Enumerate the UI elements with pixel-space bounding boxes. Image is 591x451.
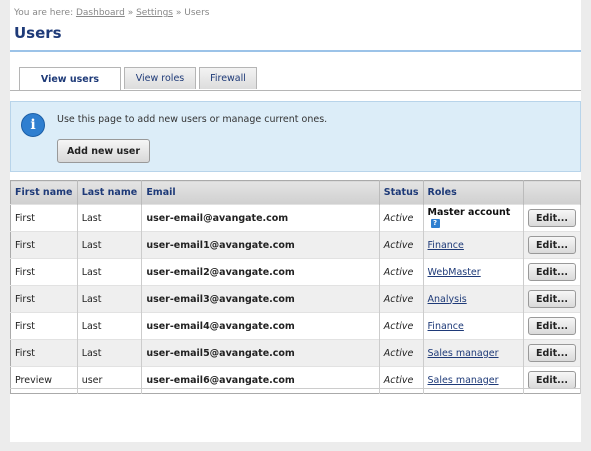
cell-actions: Edit... xyxy=(523,258,581,286)
column-header-last-name[interactable]: Last name xyxy=(77,180,143,205)
cell-status: Active xyxy=(379,204,424,232)
info-box: i Use this page to add new users or mana… xyxy=(10,101,581,172)
cell-first-name: First xyxy=(10,312,78,340)
cell-roles: Finance xyxy=(423,231,525,259)
cell-first-name: First xyxy=(10,339,78,367)
tab-view-roles[interactable]: View roles xyxy=(124,67,196,89)
cell-status: Active xyxy=(379,258,424,286)
cell-email: user-email4@avangate.com xyxy=(141,312,380,340)
title-divider xyxy=(10,50,581,52)
tab-bar: View users View roles Firewall xyxy=(19,67,260,91)
cell-last-name: Last xyxy=(77,285,143,313)
tab-view-users[interactable]: View users xyxy=(19,67,121,91)
cell-actions: Edit... xyxy=(523,285,581,313)
table-row: First Last user-email4@avangate.com Active F… xyxy=(10,312,581,340)
cell-status: Active xyxy=(379,231,424,259)
role-link[interactable]: Finance xyxy=(428,321,464,332)
cell-status: Active xyxy=(379,366,424,394)
edit-button[interactable]: Edit... xyxy=(528,317,576,335)
breadcrumb-prefix: You are here: xyxy=(14,8,74,18)
info-text: Use this page to add new users or manage… xyxy=(57,114,328,125)
breadcrumb-dashboard-link[interactable]: Dashboard xyxy=(76,8,125,18)
role-link[interactable]: Analysis xyxy=(428,294,467,305)
tab-firewall[interactable]: Firewall xyxy=(199,67,257,89)
page-title: Users xyxy=(14,24,62,42)
cell-first-name: First xyxy=(10,204,78,232)
edit-button[interactable]: Edit... xyxy=(528,263,576,281)
edit-button[interactable]: Edit... xyxy=(528,344,576,362)
breadcrumb-separator: » xyxy=(175,8,182,18)
cell-first-name: First xyxy=(10,285,78,313)
cell-email: user-email@avangate.com xyxy=(141,204,380,232)
table-bottom-divider xyxy=(10,388,581,389)
cell-status: Active xyxy=(379,339,424,367)
cell-roles: Analysis xyxy=(423,285,525,313)
role-label: Master account xyxy=(427,207,511,218)
table-row: First Last user-email1@avangate.com Active F… xyxy=(10,231,581,259)
cell-last-name: Last xyxy=(77,231,143,259)
cell-roles: Master account? xyxy=(423,204,525,232)
role-link[interactable]: WebMaster xyxy=(428,267,481,278)
column-header-roles[interactable]: Roles xyxy=(423,180,525,205)
role-link[interactable]: Sales manager xyxy=(428,348,499,359)
breadcrumb-separator: » xyxy=(127,8,134,18)
role-link[interactable]: Finance xyxy=(428,240,464,251)
edit-button[interactable]: Edit... xyxy=(528,236,576,254)
info-icon: i xyxy=(21,113,45,137)
role-link[interactable]: Sales manager xyxy=(428,375,499,386)
edit-button[interactable]: Edit... xyxy=(528,290,576,308)
users-table: First name Last name Email Status Roles … xyxy=(10,180,581,394)
cell-email: user-email5@avangate.com xyxy=(141,339,380,367)
column-header-email[interactable]: Email xyxy=(141,180,380,205)
cell-roles: Finance xyxy=(423,312,525,340)
cell-roles: WebMaster xyxy=(423,258,525,286)
table-row: Preview user user-email6@avangate.com Activ… xyxy=(10,366,581,394)
edit-button[interactable]: Edit... xyxy=(528,371,576,389)
table-header-row: First name Last name Email Status Roles xyxy=(10,180,581,205)
add-new-user-button[interactable]: Add new user xyxy=(57,139,150,163)
cell-actions: Edit... xyxy=(523,231,581,259)
cell-status: Active xyxy=(379,285,424,313)
table-row: First Last user-email@avangate.com Active Ma… xyxy=(10,204,581,232)
tab-divider xyxy=(10,90,581,91)
table-row: First Last user-email2@avangate.com Active W… xyxy=(10,258,581,286)
cell-roles: Sales manager xyxy=(423,366,525,394)
table-row: First Last user-email3@avangate.com Active A… xyxy=(10,285,581,313)
cell-email: user-email6@avangate.com xyxy=(141,366,380,394)
breadcrumb: You are here: Dashboard » Settings » Use… xyxy=(14,8,209,18)
cell-first-name: First xyxy=(10,231,78,259)
help-icon[interactable]: ? xyxy=(430,219,440,228)
cell-first-name: Preview xyxy=(10,366,78,394)
cell-status: Active xyxy=(379,312,424,340)
column-header-first-name[interactable]: First name xyxy=(10,180,78,205)
cell-first-name: First xyxy=(10,258,78,286)
table-row: First Last user-email5@avangate.com Active S… xyxy=(10,339,581,367)
cell-last-name: user xyxy=(77,366,143,394)
column-header-status[interactable]: Status xyxy=(379,180,424,205)
breadcrumb-current: Users xyxy=(184,8,210,18)
column-header-actions xyxy=(523,180,581,205)
cell-last-name: Last xyxy=(77,204,143,232)
cell-actions: Edit... xyxy=(523,339,581,367)
edit-button[interactable]: Edit... xyxy=(528,209,576,227)
cell-email: user-email3@avangate.com xyxy=(141,285,380,313)
cell-email: user-email1@avangate.com xyxy=(141,231,380,259)
cell-last-name: Last xyxy=(77,258,143,286)
cell-last-name: Last xyxy=(77,339,143,367)
cell-actions: Edit... xyxy=(523,366,581,394)
cell-email: user-email2@avangate.com xyxy=(141,258,380,286)
cell-actions: Edit... xyxy=(523,312,581,340)
breadcrumb-settings-link[interactable]: Settings xyxy=(136,8,173,18)
cell-roles: Sales manager xyxy=(423,339,525,367)
cell-last-name: Last xyxy=(77,312,143,340)
cell-actions: Edit... xyxy=(523,204,581,232)
